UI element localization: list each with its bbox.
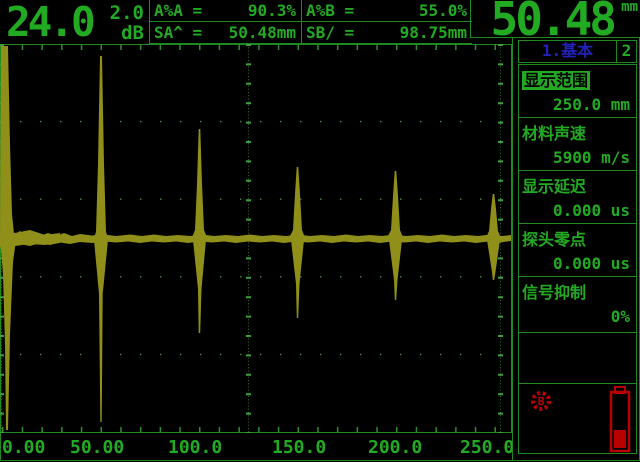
menu-item-value: 0% bbox=[522, 303, 636, 326]
menu-item-reject[interactable]: 信号抑制 0% bbox=[518, 276, 637, 333]
menu-tab-title[interactable]: 1.基本 bbox=[519, 41, 616, 62]
measurement-label: A%A = bbox=[154, 1, 202, 20]
menu-item-label[interactable]: 材料声速 bbox=[522, 124, 586, 143]
ascan-svg bbox=[0, 44, 512, 433]
x-tick-label: 150.0 bbox=[272, 437, 326, 458]
x-tick-label: 200.0 bbox=[368, 437, 422, 458]
menu-item-probe-zero[interactable]: 探头零点 0.000 us bbox=[518, 223, 637, 277]
main-reading: 50.48 mm bbox=[470, 0, 640, 38]
screen-bottom-border bbox=[0, 460, 640, 461]
gain-unit: dB bbox=[121, 22, 144, 44]
battery-icon bbox=[609, 386, 631, 453]
menu-item-display-delay[interactable]: 显示延迟 0.000 us bbox=[518, 170, 637, 224]
gain-value: 24.0 bbox=[6, 0, 93, 46]
battery-level bbox=[614, 430, 626, 448]
measurement-label: A%B = bbox=[306, 1, 354, 20]
measurement-value: 90.3% bbox=[248, 1, 296, 20]
x-tick-label: 250.0 bbox=[460, 437, 514, 458]
x-tick-label: 50.00 bbox=[70, 437, 124, 458]
gain-readout: 24.0 2.0 dB bbox=[0, 0, 149, 45]
menu-item-material-velocity[interactable]: 材料声速 5900 m/s bbox=[518, 117, 637, 171]
gain-step: 2.0 bbox=[110, 2, 144, 24]
measurement-label: SB/ = bbox=[306, 23, 354, 42]
menu-item-label[interactable]: 显示范围 bbox=[522, 71, 590, 90]
menu-item-value: 0.000 us bbox=[522, 250, 636, 273]
sidebar-separator bbox=[512, 38, 513, 461]
menu-item-empty bbox=[518, 332, 637, 384]
menu-tab[interactable]: 1.基本 2 bbox=[518, 40, 637, 63]
main-reading-unit: mm bbox=[621, 0, 638, 15]
menu-tab-page[interactable]: 2 bbox=[616, 41, 636, 62]
menu-item-label[interactable]: 探头零点 bbox=[522, 230, 586, 249]
ascan-trace bbox=[0, 46, 511, 430]
menu-item-value: 0.000 us bbox=[522, 197, 636, 220]
menu-item-value: 250.0 mm bbox=[522, 91, 636, 114]
ascan-display bbox=[0, 44, 512, 433]
flaw-detector-screen: 24.0 2.0 dB A%A = 90.3% A%B = 55.0% SA^ … bbox=[0, 0, 640, 462]
measurement-table: A%A = 90.3% A%B = 55.0% SA^ = 50.48mm SB… bbox=[149, 0, 471, 44]
svg-text:B: B bbox=[538, 395, 545, 408]
measurement-cell-a-pct-b: A%B = 55.0% bbox=[301, 0, 472, 22]
measurement-value: 98.75mm bbox=[400, 23, 467, 42]
status-icon-area: B bbox=[518, 383, 637, 454]
measurement-cell-sa: SA^ = 50.48mm bbox=[150, 22, 301, 44]
menu-item-value: 5900 m/s bbox=[522, 144, 636, 167]
menu-item-display-range[interactable]: 显示范围 250.0 mm bbox=[518, 64, 637, 118]
measurement-label: SA^ = bbox=[154, 23, 202, 42]
gear-icon: B bbox=[529, 389, 553, 413]
measurement-cell-sb: SB/ = 98.75mm bbox=[301, 22, 472, 44]
measurement-value: 55.0% bbox=[419, 1, 467, 20]
menu-item-label[interactable]: 信号抑制 bbox=[522, 283, 586, 302]
menu-item-label[interactable]: 显示延迟 bbox=[522, 177, 586, 196]
sidebar-menu: 显示范围 250.0 mm 材料声速 5900 m/s 显示延迟 0.000 u… bbox=[518, 64, 637, 454]
x-tick-label: 0.00 bbox=[2, 437, 45, 458]
x-tick-label: 100.0 bbox=[168, 437, 222, 458]
measurement-value: 50.48mm bbox=[229, 23, 296, 42]
measurement-cell-a-pct-a: A%A = 90.3% bbox=[150, 0, 301, 22]
